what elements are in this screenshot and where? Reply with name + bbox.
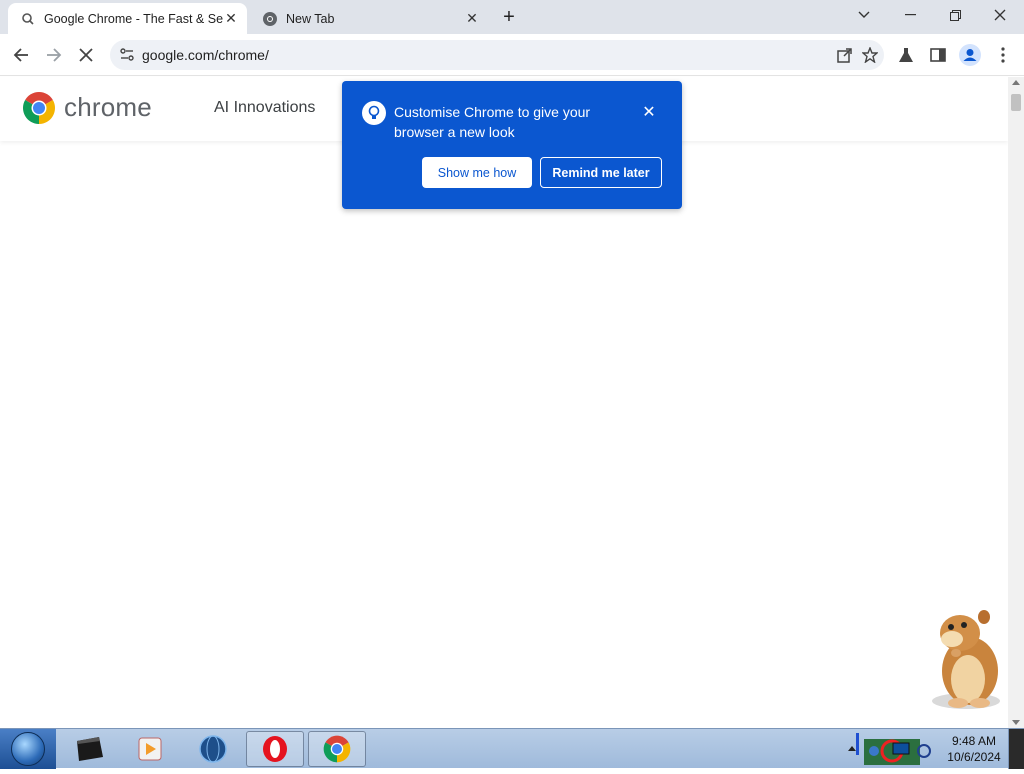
nav-link-ai-innovations[interactable]: AI Innovations (214, 99, 315, 117)
tab-new-tab[interactable]: New Tab ✕ (250, 3, 488, 34)
forward-button[interactable] (41, 42, 67, 68)
loading-icon (20, 11, 36, 27)
media-player-icon (138, 737, 162, 761)
profile-icon (959, 44, 981, 66)
taskbar-app-globe[interactable] (184, 731, 242, 767)
system-tray (840, 729, 944, 769)
bookmark-star-icon[interactable] (859, 44, 881, 66)
chevron-down-icon (858, 11, 870, 18)
browser-window: Google Chrome - The Fast & Se ✕ New Tab … (0, 0, 1024, 728)
hamster-mascot-icon[interactable] (918, 603, 1008, 713)
close-tab-icon[interactable]: ✕ (223, 10, 239, 27)
opera-icon (263, 736, 287, 762)
taskbar-app-media-player[interactable] (121, 731, 179, 767)
globe-icon (199, 735, 227, 763)
minimize-button[interactable] (888, 0, 932, 30)
site-settings-icon[interactable] (118, 46, 136, 64)
lightbulb-icon (362, 101, 386, 125)
taskbar-app-terminal[interactable] (60, 731, 118, 767)
address-bar[interactable]: google.com/chrome/ (110, 40, 884, 70)
taskbar: 9:48 AM 10/6/2024 (0, 728, 1024, 769)
show-desktop-button[interactable] (1008, 729, 1024, 769)
logo-text[interactable]: chrome (64, 92, 152, 123)
close-icon (994, 9, 1006, 21)
scrollbar-thumb[interactable] (1011, 94, 1021, 111)
chrome-icon (262, 11, 278, 27)
taskbar-app-opera[interactable] (246, 731, 304, 767)
close-window-button[interactable] (978, 0, 1022, 30)
back-button[interactable] (8, 42, 34, 68)
start-button[interactable] (0, 729, 56, 769)
windows-logo-icon (11, 732, 45, 766)
bubble-message: Customise Chrome to give your browser a … (394, 104, 591, 140)
scroll-up-arrow-icon[interactable] (1012, 80, 1020, 85)
show-hidden-icons-icon (848, 746, 856, 751)
side-panel-button[interactable] (925, 42, 951, 68)
back-arrow-icon (13, 48, 28, 62)
chrome-icon (323, 735, 351, 763)
tab-title: Google Chrome - The Fast & Se (44, 11, 223, 26)
close-bubble-icon[interactable]: ✕ (640, 103, 658, 121)
share-icon[interactable] (834, 44, 856, 66)
terminal-icon (77, 737, 103, 761)
taskbar-app-chrome[interactable] (308, 731, 366, 767)
vertical-scrollbar[interactable] (1008, 77, 1024, 728)
clock-time: 9:48 AM (951, 734, 997, 748)
stop-icon (79, 48, 93, 62)
tab-title: New Tab (286, 11, 335, 26)
scroll-down-arrow-icon[interactable] (1012, 720, 1020, 725)
url-text[interactable]: google.com/chrome/ (142, 47, 269, 63)
customise-chrome-bubble: Customise Chrome to give your browser a … (342, 81, 682, 209)
labs-button[interactable] (893, 42, 919, 68)
more-vert-icon (1001, 47, 1005, 63)
restore-button[interactable] (933, 0, 977, 30)
remind-me-later-button[interactable]: Remind me later (540, 157, 662, 188)
restore-icon (949, 9, 961, 21)
clock[interactable]: 9:48 AM 10/6/2024 (944, 733, 1004, 765)
tab-google-chrome[interactable]: Google Chrome - The Fast & Se ✕ (8, 3, 247, 34)
forward-arrow-icon (47, 48, 62, 62)
tab-strip: Google Chrome - The Fast & Se ✕ New Tab … (0, 0, 1024, 34)
show-me-how-button[interactable]: Show me how (422, 157, 532, 188)
stop-loading-button[interactable] (73, 42, 99, 68)
tab-search-button[interactable] (842, 0, 886, 30)
clock-date: 10/6/2024 (947, 750, 1001, 764)
menu-button[interactable] (990, 42, 1016, 68)
minimize-icon (904, 14, 916, 16)
flask-icon (899, 48, 913, 62)
close-tab-icon[interactable]: ✕ (464, 10, 480, 27)
side-panel-icon (930, 48, 946, 62)
profile-button[interactable] (957, 42, 983, 68)
toolbar: google.com/chrome/ (0, 34, 1024, 76)
new-tab-button[interactable]: + (498, 6, 520, 28)
tray-icons[interactable] (840, 729, 944, 769)
chrome-logo-icon[interactable] (21, 90, 57, 126)
